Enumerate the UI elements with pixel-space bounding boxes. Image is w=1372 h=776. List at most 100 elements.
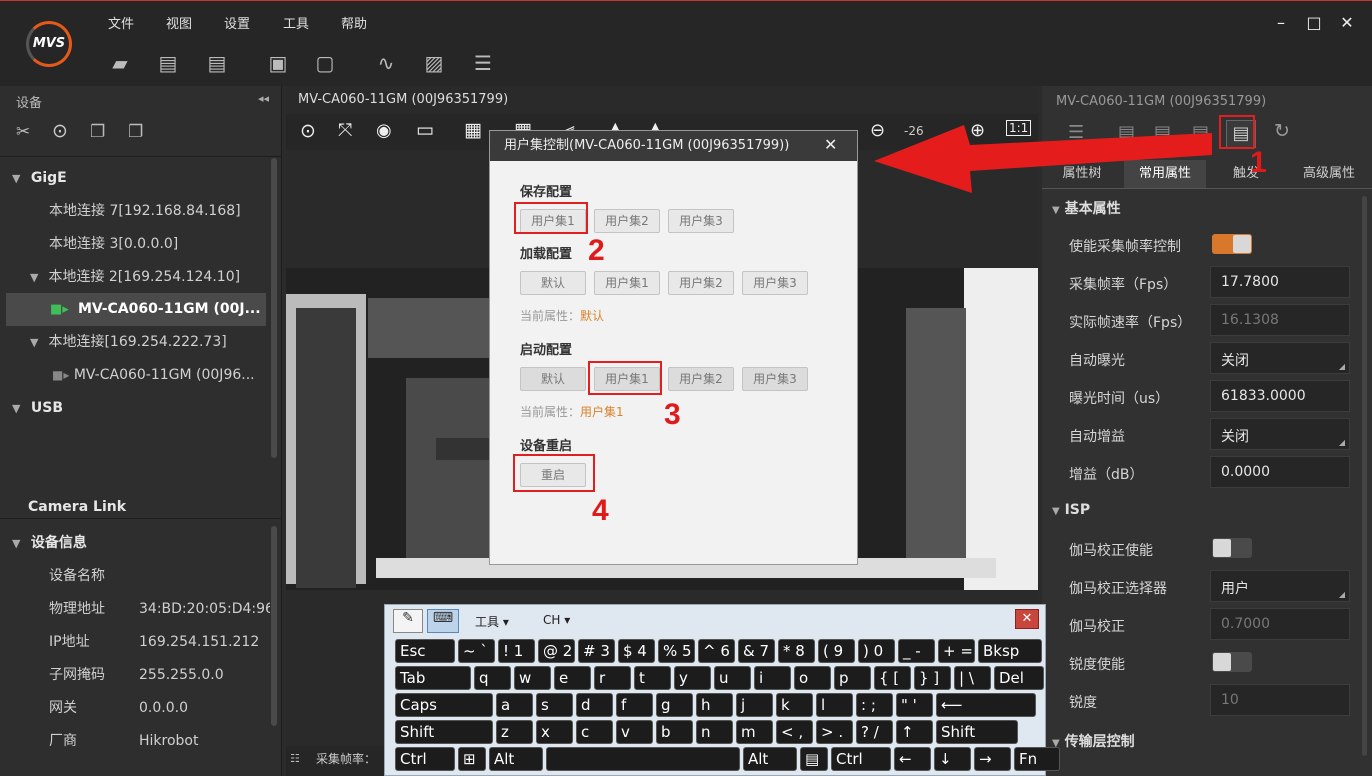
key[interactable]: _ - xyxy=(898,639,935,663)
menu-tools[interactable]: 工具 xyxy=(283,13,309,32)
disconnect-icon[interactable]: ✂ xyxy=(16,122,30,142)
refresh-icon[interactable]: ↻ xyxy=(1274,120,1290,142)
save-user-set-2-button[interactable]: 用户集2 xyxy=(594,209,660,233)
key[interactable]: } ] xyxy=(914,666,951,690)
key[interactable]: Fn xyxy=(1014,747,1060,771)
key[interactable]: Caps xyxy=(395,693,493,717)
save-icon[interactable]: ▤ xyxy=(155,51,181,75)
transport-header[interactable]: ▼ 传输层控制 xyxy=(1052,731,1135,751)
key[interactable]: Ctrl xyxy=(831,747,891,771)
key[interactable]: p xyxy=(834,666,871,690)
close-icon[interactable]: ✕ xyxy=(1337,13,1357,33)
tab-advanced[interactable]: 高级属性 xyxy=(1286,160,1372,188)
key[interactable]: & 7 xyxy=(738,639,775,663)
fullscreen-icon[interactable]: ⤧ xyxy=(338,120,352,141)
load-user-set-2-button[interactable]: 用户集2 xyxy=(668,271,734,295)
menu-help[interactable]: 帮助 xyxy=(341,13,367,32)
key[interactable]: { [ xyxy=(874,666,911,690)
keyboard-icon[interactable]: ⌨ xyxy=(427,609,459,633)
device-info-header[interactable]: ▼ 设备信息 xyxy=(0,527,270,560)
load-user-set-1-button[interactable]: 用户集1 xyxy=(594,271,660,295)
property-value[interactable]: 用户 ◢ xyxy=(1210,570,1350,602)
key[interactable]: u xyxy=(714,666,751,690)
key[interactable]: * 8 xyxy=(778,639,815,663)
grid-icon[interactable]: ▦ xyxy=(464,119,482,141)
multi-window-icon[interactable]: ▣ xyxy=(265,51,291,75)
key[interactable]: ⊞ xyxy=(458,747,486,771)
snapshot-icon[interactable]: ◉ xyxy=(376,120,392,141)
image-view-tab[interactable]: MV-CA060-11GM (00J96351799) xyxy=(298,92,508,107)
key[interactable]: e xyxy=(554,666,591,690)
key[interactable]: j xyxy=(736,693,773,717)
key[interactable]: ↓ xyxy=(934,747,971,771)
key[interactable]: : ; xyxy=(856,693,893,717)
basic-properties-header[interactable]: ▼ 基本属性 xyxy=(1052,198,1121,218)
tree-camera[interactable]: ■▸ MV-CA060-11GM (00J96... xyxy=(0,359,270,392)
key[interactable]: o xyxy=(794,666,831,690)
menu-view[interactable]: 视图 xyxy=(166,13,192,32)
key[interactable]: i xyxy=(754,666,791,690)
key[interactable]: Shift xyxy=(936,720,1018,744)
key[interactable]: h xyxy=(696,693,733,717)
property-toggle[interactable] xyxy=(1212,652,1252,672)
keyboard-language-menu[interactable]: CH ▾ xyxy=(543,613,570,627)
maximize-icon[interactable]: □ xyxy=(1304,13,1324,33)
key[interactable]: c xyxy=(576,720,613,744)
startup-user-set-3-button[interactable]: 用户集3 xyxy=(742,367,808,391)
handwriting-icon[interactable]: ✎ xyxy=(393,609,423,633)
minimize-icon[interactable]: – xyxy=(1271,13,1291,33)
fit-window-icon[interactable]: ▢ xyxy=(312,51,338,75)
key[interactable]: Alt xyxy=(489,747,543,771)
tree-section-gige[interactable]: ▼ GigE xyxy=(0,162,270,195)
record-icon[interactable]: ▭ xyxy=(416,119,434,141)
tree-item[interactable]: 本地连接 3[0.0.0.0] xyxy=(0,228,270,261)
tree-group[interactable]: ▼ 本地连接 2[169.254.124.10] xyxy=(0,261,270,294)
tree-item[interactable]: 本地连接 7[192.168.84.168] xyxy=(0,195,270,228)
stop-grab-icon[interactable]: ⊙ xyxy=(300,120,316,142)
key[interactable]: ↑ xyxy=(896,720,933,744)
property-value[interactable]: 关闭 ◢ xyxy=(1210,342,1350,374)
key[interactable]: ( 9 xyxy=(818,639,855,663)
key[interactable]: Shift xyxy=(395,720,493,744)
key[interactable]: l xyxy=(816,693,853,717)
key[interactable]: Bksp xyxy=(978,639,1042,663)
key[interactable]: + = xyxy=(938,639,975,663)
key[interactable]: f xyxy=(616,693,653,717)
key[interactable]: r xyxy=(594,666,631,690)
key[interactable]: y xyxy=(674,666,711,690)
image-icon[interactable]: ▨ xyxy=(421,51,447,75)
property-toggle[interactable] xyxy=(1212,538,1252,558)
tree-group[interactable]: ▼ 本地连接[169.254.222.73] xyxy=(0,326,270,359)
open-folder-icon[interactable]: ▰ xyxy=(107,51,133,75)
key[interactable]: ^ 6 xyxy=(698,639,735,663)
key[interactable]: < , xyxy=(776,720,813,744)
key[interactable]: # 3 xyxy=(578,639,615,663)
isp-header[interactable]: ▼ ISP xyxy=(1052,502,1090,518)
key[interactable]: s xyxy=(536,693,573,717)
key[interactable]: Ctrl xyxy=(395,747,455,771)
key[interactable]: ) 0 xyxy=(858,639,895,663)
key[interactable] xyxy=(546,747,740,771)
key[interactable]: % 5 xyxy=(658,639,695,663)
key[interactable]: b xyxy=(656,720,693,744)
key[interactable]: ⟵ xyxy=(936,693,1036,717)
key[interactable]: q xyxy=(474,666,511,690)
startup-default-button[interactable]: 默认 xyxy=(520,367,586,391)
info-scrollbar[interactable] xyxy=(271,526,277,726)
load-default-button[interactable]: 默认 xyxy=(520,271,586,295)
save-user-set-3-button[interactable]: 用户集3 xyxy=(668,209,734,233)
copy-icon[interactable]: ❐ xyxy=(90,122,105,142)
property-value[interactable]: 61833.0000 xyxy=(1210,380,1350,412)
startup-user-set-2-button[interactable]: 用户集2 xyxy=(668,367,734,391)
property-value[interactable]: 17.7800 xyxy=(1210,266,1350,298)
key[interactable]: ! 1 xyxy=(498,639,535,663)
tree-section-usb[interactable]: ▼ USB xyxy=(0,392,270,425)
key[interactable]: $ 4 xyxy=(618,639,655,663)
key[interactable]: > . xyxy=(816,720,853,744)
save-as-icon[interactable]: ▤ xyxy=(204,51,230,75)
dialog-close-icon[interactable]: ✕ xyxy=(824,135,837,154)
tree-camera-selected[interactable]: ■▸ MV-CA060-11GM (00J... xyxy=(6,293,266,326)
key[interactable]: ← xyxy=(894,747,931,771)
property-toggle[interactable] xyxy=(1212,234,1252,254)
menu-file[interactable]: 文件 xyxy=(108,13,134,32)
